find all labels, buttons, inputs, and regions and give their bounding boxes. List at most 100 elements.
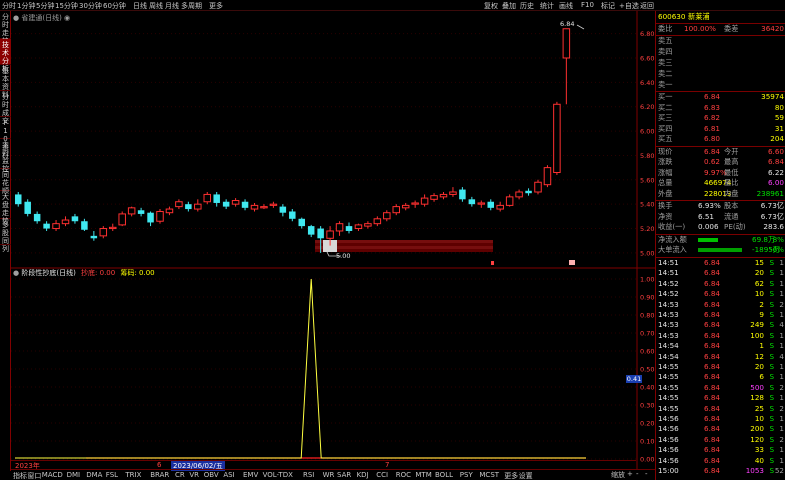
tick-volume: 200 — [750, 424, 764, 434]
indicator-tab[interactable]: 设置 — [519, 471, 533, 480]
kline-chart[interactable]: 6.80 6.60 6.40 6.20 6.00 5.80 5.60 5.40 5.20 5.00… — [11, 11, 655, 469]
chart-title: 省建通(日线) — [21, 14, 62, 22]
indicator-tab[interactable]: DMA — [86, 471, 102, 479]
indicator-tab[interactable]: ROC — [396, 471, 411, 479]
left-tab[interactable]: 分 时 走 势 — [0, 11, 11, 45]
sell-level-row: 卖四 — [658, 47, 784, 57]
topbar-tab[interactable]: 日线 — [133, 1, 147, 11]
candle-body — [534, 181, 542, 193]
indicator-tab[interactable]: KDJ — [357, 471, 369, 479]
topbar-tab[interactable]: 1分钟 — [17, 1, 35, 11]
topbar-button[interactable]: 统计 — [540, 1, 554, 11]
indicator-tab[interactable]: CCI — [376, 471, 388, 479]
tick-count: 1 — [779, 341, 784, 351]
candle-body — [52, 223, 60, 230]
price-tick-label: 5.80 — [640, 152, 654, 160]
topbar-button[interactable]: 标记 — [601, 1, 615, 11]
indicator-tab[interactable]: OBV — [204, 471, 219, 479]
left-tab[interactable]: 多 股 同 列 — [0, 219, 11, 253]
indicator-label-1: 抄底: 0.00 — [81, 269, 116, 277]
topbar-tab[interactable]: 5分钟 — [36, 1, 54, 11]
tick-time: 14:54 — [658, 351, 679, 361]
chart-title-row: ● 省建通(日线) ◉ — [13, 13, 70, 23]
indicator-tab[interactable]: ASI — [223, 471, 234, 479]
sell-level-label: 卖二 — [658, 69, 673, 78]
tick-time: 14:56 — [658, 414, 679, 423]
indicator-tab[interactable]: 窗口 — [27, 471, 41, 480]
left-tab[interactable]: 技 术 分 析 — [0, 39, 11, 73]
stat-label: 涨跌 — [658, 157, 673, 166]
indicator-tab[interactable]: VOL-TDX — [263, 471, 293, 479]
topbar-button[interactable]: 历史 — [520, 1, 534, 11]
left-tab[interactable]: 分 时 成 交 — [0, 91, 11, 125]
left-tab[interactable]: 基 本 资 料 — [0, 65, 11, 99]
weicha-label: 委差 — [724, 24, 739, 33]
candle-body — [203, 193, 211, 203]
zoom-button[interactable]: 缩放 — [611, 470, 625, 480]
stock-name: 新莱浦 — [688, 12, 710, 21]
tick-price: 6.84 — [704, 403, 721, 413]
topbar-tab[interactable]: 多周期 — [181, 1, 202, 11]
indicator-tab[interactable]: FSL — [106, 471, 118, 479]
left-tab[interactable]: F 1 0 资 料 — [0, 117, 11, 159]
candle-body — [99, 228, 108, 237]
topbar-tab[interactable]: 更多 — [209, 1, 223, 11]
indicator-tab[interactable]: 更多 — [504, 471, 518, 480]
topbar-button[interactable]: F10 — [581, 1, 594, 9]
tick-side: S — [769, 289, 774, 299]
trade-tick-row: 15:00 6.84 1053 S 52 — [658, 466, 784, 476]
settings-dot-icon[interactable]: ● — [13, 269, 19, 277]
zoom-button[interactable]: - — [645, 470, 648, 478]
indicator-tab[interactable]: MCST — [479, 471, 499, 479]
candle-body — [279, 206, 287, 213]
left-tab[interactable]: 同 花 顺 — [0, 169, 11, 195]
topbar-button[interactable]: +自选 — [619, 1, 639, 11]
topbar-tab[interactable]: 30分钟 — [79, 1, 102, 11]
buy-level-price: 6.83 — [704, 102, 721, 112]
settings-dot-icon[interactable]: ● — [13, 14, 19, 22]
price-tick-label: 5.40 — [640, 201, 654, 209]
indicator-tab[interactable]: MTM — [415, 471, 431, 479]
indicator-tab[interactable]: PSY — [460, 471, 473, 479]
indicator-tab[interactable]: EMV — [243, 471, 258, 479]
left-tab[interactable]: 大 盘 走 势 — [0, 191, 11, 225]
indicator-tab[interactable]: VR — [189, 471, 199, 479]
tick-time: 14:55 — [658, 393, 679, 403]
timeline-month-7: 7 — [385, 461, 390, 469]
indicator-tab[interactable]: CR — [175, 471, 185, 479]
indicator-tab[interactable]: MACD — [42, 471, 63, 479]
topbar-tab[interactable]: 月线 — [165, 1, 179, 11]
left-tab[interactable]: 主 力 监 控 — [0, 139, 11, 173]
topbar-button[interactable]: 画线 — [559, 1, 573, 11]
tick-volume: 500 — [750, 382, 764, 392]
topbar-tab[interactable]: 15分钟 — [55, 1, 78, 11]
topbar-tab[interactable]: 分时 — [2, 1, 16, 11]
stat-label: 换手 — [658, 201, 673, 210]
indicator-tab[interactable]: BOLL — [435, 471, 453, 479]
topbar-button[interactable]: 返回 — [640, 1, 654, 11]
zoom-button[interactable]: + — [627, 470, 633, 478]
indicator-tab[interactable]: SAR — [337, 471, 351, 479]
indicator-tab[interactable]: 指标 — [13, 471, 27, 480]
quote-stat-row: 涨跌 0.62 最高 6.84 — [658, 157, 784, 167]
zoom-controls: 缩放 + - - — [611, 469, 655, 480]
flow-label: 净流入额 — [658, 234, 687, 244]
stat-value: 0.62 — [704, 157, 721, 166]
trade-tick-row: 14:51 6.84 15 S 1 — [658, 258, 784, 268]
indicator-tab[interactable]: RSI — [303, 471, 314, 479]
indicator-tab[interactable]: DMI — [67, 471, 81, 479]
indicator-tab[interactable]: BRAR — [150, 471, 169, 479]
topbar-button[interactable]: 叠加 — [502, 1, 516, 11]
zoom-button[interactable]: - — [636, 470, 639, 478]
indicator-tab[interactable]: TRIX — [125, 471, 141, 479]
stat-value: 6.84 — [704, 146, 721, 156]
trade-tick-row: 14:53 6.84 249 S 4 — [658, 320, 784, 330]
topbar-button[interactable]: 复权 — [484, 1, 498, 11]
candle-body — [326, 230, 334, 239]
topbar-tab[interactable]: 60分钟 — [103, 1, 126, 11]
indicator-tab[interactable]: WR — [323, 471, 335, 479]
chevron-down-icon[interactable]: ◉ — [64, 14, 70, 22]
topbar-tab[interactable]: 周线 — [149, 1, 163, 11]
candle-body — [459, 189, 466, 200]
tick-side: S — [769, 351, 774, 361]
